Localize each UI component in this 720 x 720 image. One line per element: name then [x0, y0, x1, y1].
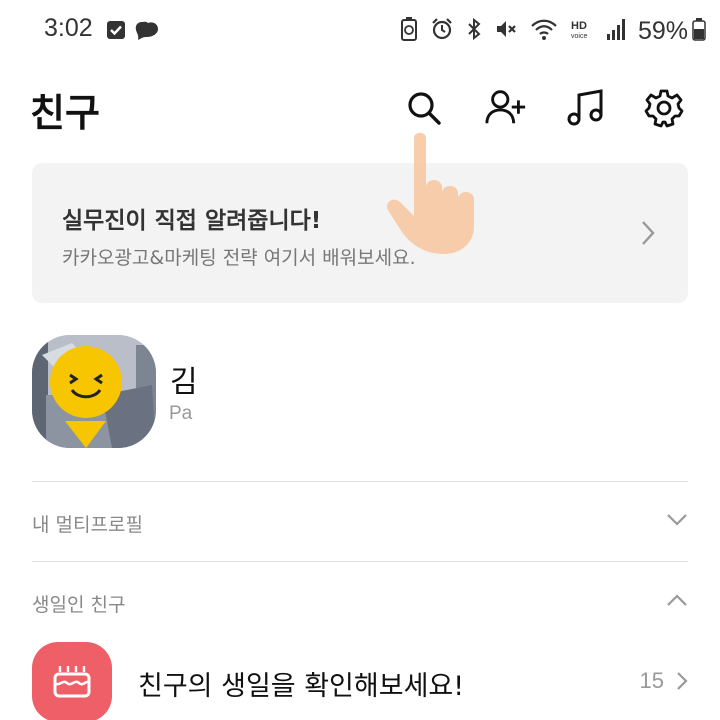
banner-title: 실무진이 직접 알려줍니다!: [62, 208, 322, 234]
birthday-count: 15: [639, 668, 664, 693]
add-friend-icon: [485, 90, 526, 124]
alarm-icon: [430, 17, 454, 45]
chevron-right-icon: [640, 219, 656, 251]
hd-voice-icon: HD voice: [570, 17, 594, 45]
battery-saver-icon: [400, 16, 418, 46]
birthday-cake-icon: [32, 642, 112, 720]
status-bar: 3:02 HD voice 59%: [0, 0, 720, 62]
search-button[interactable]: [402, 86, 446, 130]
chevron-down-icon: [666, 512, 688, 531]
wifi-icon: [530, 17, 558, 45]
section-label-multi-profile: 내 멀티프로필: [32, 514, 143, 536]
avatar: [32, 335, 156, 448]
birthday-prompt: 친구의 생일을 확인해보세요!: [138, 671, 465, 702]
signal-icon: [606, 17, 626, 45]
status-time: 3:02: [44, 14, 93, 42]
battery-percentage: 59%: [637, 16, 688, 45]
divider: [32, 561, 688, 562]
settings-icon: [644, 89, 684, 128]
banner-subtitle: 카카오광고&마케팅 전략 여기서 배워보세요.: [62, 247, 416, 269]
chevron-right-icon: [676, 671, 688, 695]
battery-icon: [692, 17, 706, 45]
birthday-section[interactable]: 생일인 친구: [32, 582, 688, 622]
svg-text:voice: voice: [571, 33, 587, 40]
my-profile[interactable]: 김 Pa: [32, 335, 688, 450]
mute-icon: [494, 17, 518, 45]
friends-screen: 3:02 HD voice 59% 친구 실무진이 직접 알려줍니다! 카카오광…: [0, 0, 720, 720]
section-label-birthday: 생일인 친구: [32, 594, 126, 616]
multi-profile-section[interactable]: 내 멀티프로필: [32, 502, 688, 542]
profile-status-message: Pa: [169, 403, 193, 424]
birthday-friends-row[interactable]: 친구의 생일을 확인해보세요! 15: [32, 640, 688, 720]
music-icon: [567, 89, 603, 126]
checkbox-notification-icon: [106, 20, 126, 44]
bluetooth-icon: [466, 17, 482, 45]
divider: [32, 481, 688, 482]
status-right: HD voice 59%: [400, 14, 706, 48]
chevron-up-icon: [666, 592, 688, 611]
svg-text:HD: HD: [571, 20, 587, 32]
add-friend-button[interactable]: [484, 86, 528, 130]
music-button[interactable]: [564, 86, 608, 130]
settings-button[interactable]: [642, 86, 686, 130]
profile-name: 김: [170, 365, 198, 400]
chat-bubble-icon: [134, 20, 160, 46]
ad-banner[interactable]: 실무진이 직접 알려줍니다! 카카오광고&마케팅 전략 여기서 배워보세요.: [32, 163, 688, 303]
search-icon: [408, 92, 441, 125]
page-title: 친구: [30, 91, 100, 135]
